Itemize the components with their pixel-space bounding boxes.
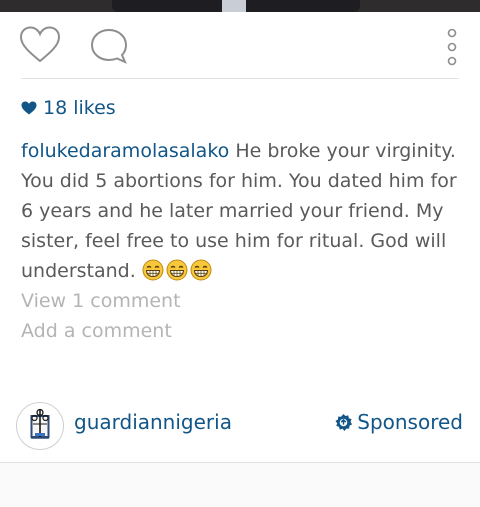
vertical-dots-icon <box>447 28 457 66</box>
heart-outline-icon <box>19 26 61 63</box>
likes-text: 18 likes <box>43 97 116 119</box>
heart-filled-icon <box>21 101 37 115</box>
post-image-shirt <box>222 0 246 12</box>
grinning-face-emoji <box>142 259 164 281</box>
grinning-face-emoji <box>166 259 188 281</box>
view-comments-link[interactable]: View 1 comment <box>21 286 181 316</box>
sponsored-label[interactable]: Sponsored <box>334 410 463 434</box>
caption-emojis <box>142 259 214 282</box>
sponsor-account-name[interactable]: guardiannigeria <box>74 410 232 434</box>
next-post-area <box>0 463 480 507</box>
comment-bubble-icon <box>90 28 128 64</box>
sponsored-text: Sponsored <box>357 410 463 434</box>
caption-username[interactable]: folukedaramolasalako <box>21 140 229 162</box>
like-button[interactable] <box>19 26 61 64</box>
post-actions-bar <box>0 20 480 76</box>
comment-button[interactable] <box>89 27 129 65</box>
post-caption: folukedaramolasalako He broke your virgi… <box>21 136 466 286</box>
guardian-logo-icon <box>30 408 50 439</box>
more-options-button[interactable] <box>440 26 464 68</box>
likes-count[interactable]: 18 likes <box>21 94 116 122</box>
sponsored-footer: guardiannigeria Sponsored <box>0 400 480 452</box>
grinning-face-emoji <box>190 259 212 281</box>
post-image-edge[interactable] <box>0 0 480 12</box>
actions-divider <box>21 78 459 79</box>
avatar[interactable] <box>16 402 64 450</box>
add-comment-input[interactable]: Add a comment <box>21 316 172 346</box>
gear-badge-icon <box>335 413 353 431</box>
